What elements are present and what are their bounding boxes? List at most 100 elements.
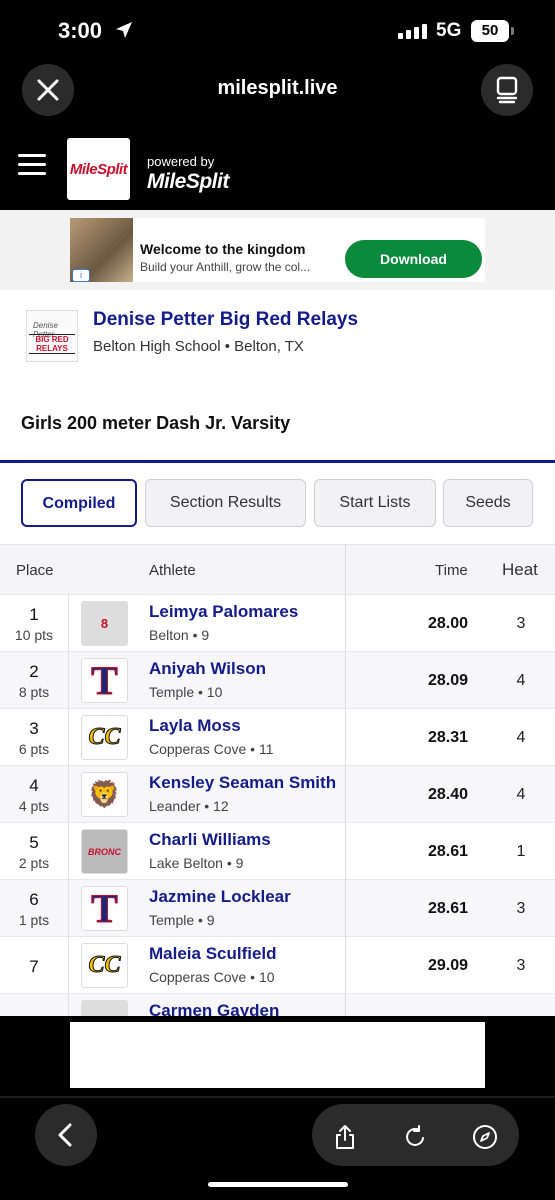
team-logo[interactable]: CC (81, 715, 128, 760)
chevron-left-icon (58, 1123, 72, 1147)
milesplit-logo[interactable]: MileSplit (67, 138, 130, 200)
meet-location: Belton High School • Belton, TX (93, 338, 304, 355)
athlete-team: Leander • 12 (149, 798, 229, 814)
header-divider (0, 460, 555, 463)
ad-download-button[interactable]: Download (345, 240, 482, 278)
tab-section-results[interactable]: Section Results (145, 479, 306, 527)
ad-subtitle: Build your Anthill, grow the col... (140, 260, 311, 274)
team-logo[interactable]: BRONC (81, 829, 128, 874)
row-divider (68, 937, 69, 994)
row-heat: 3 (516, 957, 526, 974)
toolbar-actions (312, 1104, 519, 1166)
menu-icon[interactable] (18, 154, 46, 178)
battery-icon: 50 (471, 20, 509, 42)
row-heat: 4 (516, 729, 526, 746)
athlete-name-link[interactable]: Aniyah Wilson (149, 659, 266, 679)
table-row[interactable]: 6 1 pts T Jazmine Locklear Temple • 9 28.61 3 (0, 879, 555, 937)
table-body: 1 10 pts 8 Leimya Palomares Belton • 9 28.00 3… (0, 594, 555, 1016)
row-place: 1 (29, 605, 39, 624)
header-place[interactable]: Place (16, 562, 54, 579)
row-time: 28.40 (427, 786, 468, 803)
row-points: 6 pts (18, 741, 50, 757)
url-label[interactable]: milesplit.live (0, 77, 555, 100)
site-header: MileSplit powered by MileSplit (0, 124, 555, 210)
row-time: 28.61 (427, 900, 468, 917)
location-arrow-icon (116, 22, 132, 38)
tab-seeds[interactable]: Seeds (443, 479, 533, 527)
header-time[interactable]: Time (435, 562, 468, 579)
row-divider (68, 823, 69, 880)
table-row[interactable]: 7 CC Maleia Sculfield Copperas Cove • 10 29.… (0, 936, 555, 994)
row-place: 2 (29, 662, 39, 681)
row-divider (68, 595, 69, 652)
row-place: 3 (29, 719, 39, 738)
row-divider (68, 766, 69, 823)
athlete-name-link[interactable]: Kensley Seaman Smith (149, 773, 336, 793)
row-divider (68, 994, 69, 1016)
ad-info-icon[interactable]: i (72, 269, 90, 282)
table-row[interactable]: 5 2 pts BRONC Charli Williams Lake Belton • … (0, 822, 555, 880)
tab-overview-button[interactable] (481, 64, 533, 116)
row-time: 29.09 (427, 957, 468, 974)
ad-banner[interactable]: i Welcome to the kingdom Build your Anth… (70, 218, 485, 282)
row-place: 6 (29, 890, 39, 909)
row-points: 1 pts (18, 912, 50, 928)
meet-title-link[interactable]: Denise Petter Big Red Relays (93, 309, 358, 331)
row-time: 28.00 (427, 615, 468, 632)
table-header: Place Athlete Time Heat (0, 544, 555, 594)
header-heat[interactable]: Heat (502, 560, 538, 580)
battery-tip (511, 27, 514, 35)
row-divider (68, 652, 69, 709)
athlete-name-link[interactable]: Layla Moss (149, 716, 241, 736)
ad-title: Welcome to the kingdom (140, 241, 306, 257)
team-logo[interactable]: 8 (81, 601, 128, 646)
athlete-name-link[interactable]: Jazmine Locklear (149, 887, 291, 907)
tab-compiled[interactable]: Compiled (21, 479, 137, 527)
tab-start-lists[interactable]: Start Lists (314, 479, 436, 527)
table-row[interactable]: 4 4 pts 🦁 Kensley Seaman Smith Leander • 12 2… (0, 765, 555, 823)
athlete-team: Lake Belton • 9 (149, 855, 244, 871)
row-heat: 3 (516, 615, 526, 632)
athlete-name-link[interactable]: Leimya Palomares (149, 602, 298, 622)
athlete-team: Belton • 9 (149, 627, 210, 643)
cellular-signal-icon (398, 24, 427, 39)
meet-logo: Denise Petter BIG RED RELAYS (26, 310, 78, 362)
event-title: Girls 200 meter Dash Jr. Varsity (21, 413, 291, 433)
team-logo[interactable]: T (81, 886, 128, 931)
athlete-name-link[interactable]: Charli Williams (149, 830, 271, 850)
share-icon[interactable] (332, 1124, 358, 1150)
results-table: Place Athlete Time Heat 1 10 pts 8 Leimya P… (0, 544, 555, 1016)
table-row[interactable]: 1 10 pts 8 Leimya Palomares Belton • 9 28.00 3 (0, 594, 555, 652)
page-content: Denise Petter BIG RED RELAYS Denise Pett… (0, 290, 555, 1016)
clock: 3:00 (58, 18, 103, 43)
table-row[interactable]: 88Carmen Gayden29.243 (0, 993, 555, 1016)
column-divider (345, 544, 346, 1016)
tabs-icon (496, 76, 518, 104)
header-athlete[interactable]: Athlete (149, 562, 196, 579)
row-place: 7 (29, 957, 39, 976)
team-logo[interactable]: CC (81, 943, 128, 988)
team-logo[interactable]: 🦁 (81, 772, 128, 817)
compass-icon[interactable] (472, 1124, 498, 1150)
athlete-team: Copperas Cove • 10 (149, 969, 275, 985)
athlete-name-link[interactable]: Carmen Gayden (149, 1001, 279, 1016)
row-place: 4 (29, 776, 39, 795)
reload-icon[interactable] (402, 1124, 428, 1150)
team-logo[interactable]: T (81, 658, 128, 703)
row-time: 28.09 (427, 672, 468, 689)
row-heat: 4 (516, 786, 526, 803)
browser-top-bar: milesplit.live (0, 64, 555, 124)
table-row[interactable]: 3 6 pts CC Layla Moss Copperas Cove • 11 28.3… (0, 708, 555, 766)
team-logo[interactable]: 8 (81, 1000, 128, 1016)
table-row[interactable]: 2 8 pts T Aniyah Wilson Temple • 10 28.09 4 (0, 651, 555, 709)
row-heat: 3 (516, 900, 526, 917)
row-points: 2 pts (18, 855, 50, 871)
athlete-team: Temple • 9 (149, 912, 215, 928)
row-divider (68, 880, 69, 937)
bottom-ad-banner[interactable] (70, 1022, 485, 1088)
home-indicator (208, 1182, 348, 1187)
athlete-name-link[interactable]: Maleia Sculfield (149, 944, 277, 964)
ad-banner-area: i Welcome to the kingdom Build your Anth… (0, 210, 555, 290)
athlete-team: Copperas Cove • 11 (149, 741, 274, 757)
back-button[interactable] (35, 1104, 97, 1166)
